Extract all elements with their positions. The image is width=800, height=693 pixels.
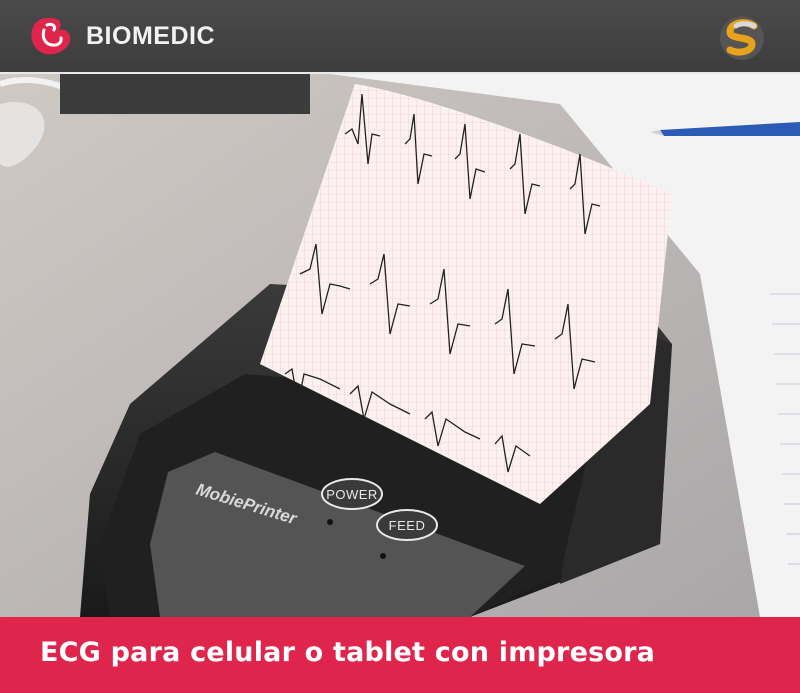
header-bar: BIOMEDIC <box>0 0 800 74</box>
brand-name: BIOMEDIC <box>86 21 215 50</box>
biomedic-logo-icon <box>31 17 71 55</box>
product-photo: MobiePrinter POWER FEED <box>0 74 800 617</box>
power-button[interactable]: POWER <box>321 478 383 510</box>
feed-led-icon <box>380 553 386 559</box>
power-led-icon <box>327 519 333 525</box>
power-button-label: POWER <box>326 487 378 502</box>
brand-logo[interactable]: BIOMEDIC <box>28 14 215 58</box>
swirl-s-logo-icon[interactable] <box>718 14 766 62</box>
printer-photo-illustration: MobiePrinter POWER FEED <box>0 74 800 617</box>
feed-button[interactable]: FEED <box>376 509 438 541</box>
caption-bar: ECG para celular o tablet con impresora <box>0 617 800 693</box>
caption-text: ECG para celular o tablet con impresora <box>40 637 656 668</box>
feed-button-label: FEED <box>389 518 426 533</box>
